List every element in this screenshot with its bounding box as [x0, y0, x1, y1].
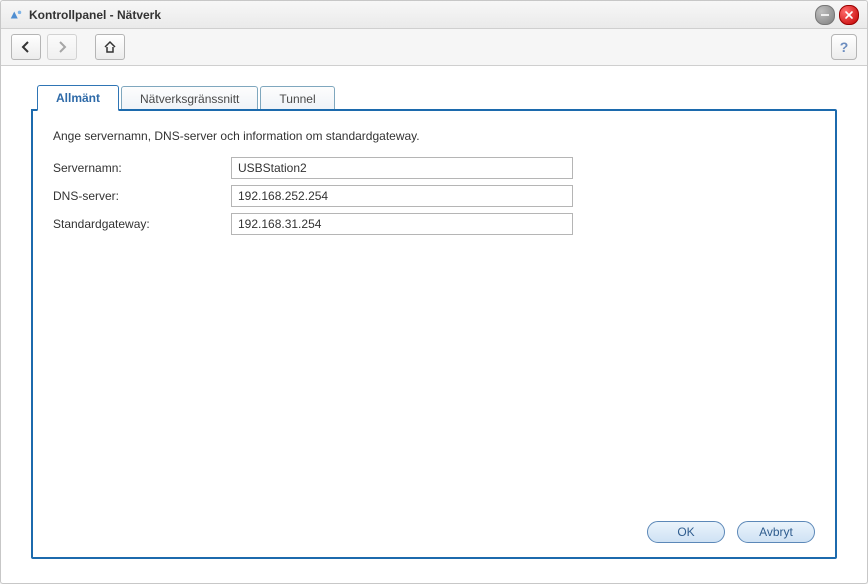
row-dns: DNS-server: [53, 185, 815, 207]
cancel-button[interactable]: Avbryt [737, 521, 815, 543]
nav-toolbar: ? [1, 29, 867, 66]
window-title: Kontrollpanel - Nätverk [29, 8, 161, 22]
tab-general[interactable]: Allmänt [37, 85, 119, 111]
servername-input[interactable] [231, 157, 573, 179]
ok-button[interactable]: OK [647, 521, 725, 543]
ok-button-label: OK [677, 525, 694, 539]
home-button[interactable] [95, 34, 125, 60]
cancel-button-label: Avbryt [759, 525, 793, 539]
row-servername: Servernamn: [53, 157, 815, 179]
close-icon[interactable] [839, 5, 859, 25]
panel-intro: Ange servernamn, DNS-server och informat… [53, 129, 815, 143]
tab-interface[interactable]: Nätverksgränssnitt [121, 86, 258, 111]
back-button[interactable] [11, 34, 41, 60]
panel-footer: OK Avbryt [53, 521, 815, 543]
general-panel: Ange servernamn, DNS-server och informat… [31, 109, 837, 559]
gateway-input[interactable] [231, 213, 573, 235]
forward-button[interactable] [47, 34, 77, 60]
label-gateway: Standardgateway: [53, 217, 231, 231]
help-icon-label: ? [840, 39, 849, 55]
control-panel-window: Kontrollpanel - Nätverk ? Allmänt [0, 0, 868, 584]
tab-label: Allmänt [56, 91, 100, 105]
tab-bar: Allmänt Nätverksgränssnitt Tunnel [37, 84, 837, 110]
label-servername: Servernamn: [53, 161, 231, 175]
label-dns: DNS-server: [53, 189, 231, 203]
tab-tunnel[interactable]: Tunnel [260, 86, 334, 111]
tab-label: Tunnel [279, 92, 315, 106]
help-button[interactable]: ? [831, 34, 857, 60]
dns-input[interactable] [231, 185, 573, 207]
row-gateway: Standardgateway: [53, 213, 815, 235]
titlebar: Kontrollpanel - Nätverk [1, 1, 867, 29]
app-icon [9, 8, 23, 22]
tab-label: Nätverksgränssnitt [140, 92, 239, 106]
minimize-icon[interactable] [815, 5, 835, 25]
content-area: Allmänt Nätverksgränssnitt Tunnel Ange s… [1, 66, 867, 583]
